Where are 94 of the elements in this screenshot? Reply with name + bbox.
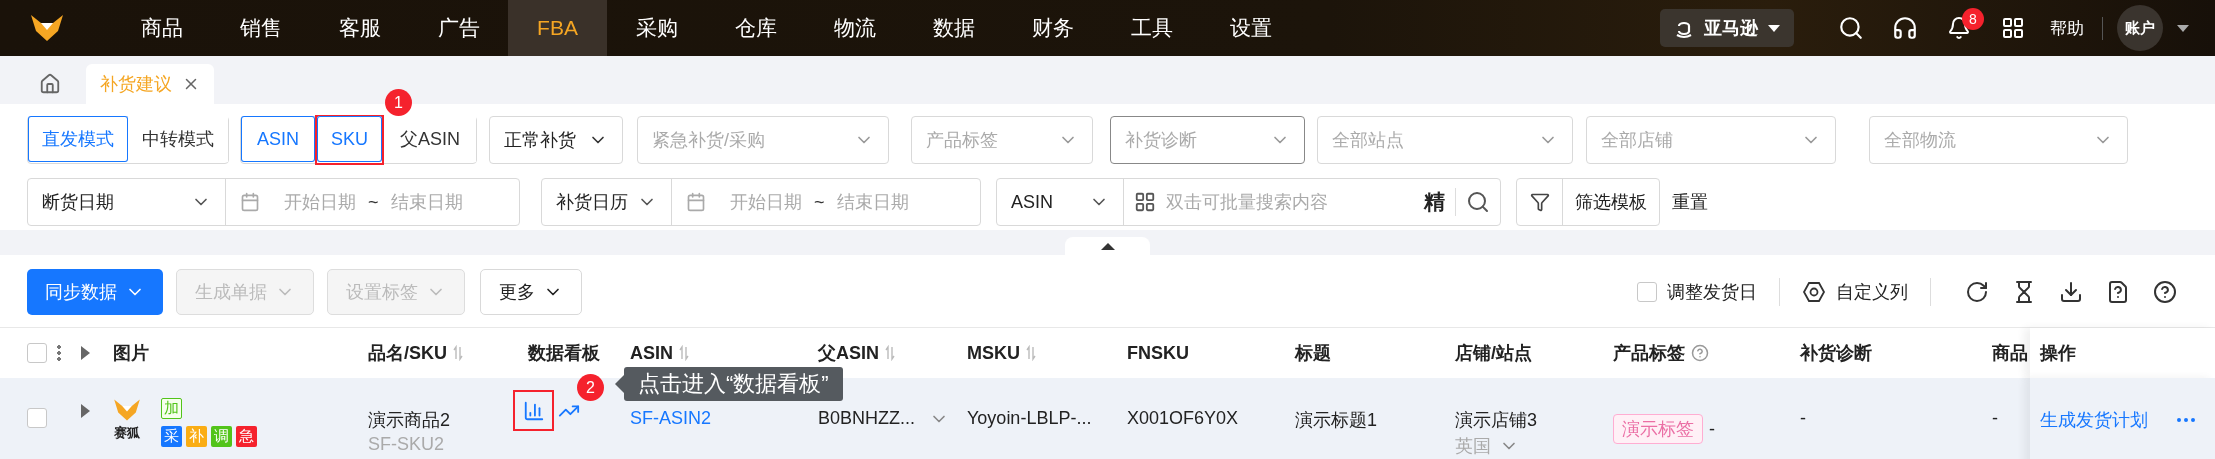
step-badge: 1: [385, 89, 413, 116]
checkbox[interactable]: [27, 343, 47, 363]
refresh-icon[interactable]: [1964, 280, 1989, 304]
column-header[interactable]: 父ASIN: [818, 341, 895, 365]
column-header[interactable]: 补货诊断: [1800, 341, 1872, 365]
filter-icon: [1529, 192, 1550, 212]
account-avatar[interactable]: 账户: [2117, 5, 2163, 51]
range-separator: ~: [368, 191, 379, 213]
status-tag: 调: [211, 426, 232, 447]
status-tag: 补: [186, 426, 207, 447]
product-tag: 演示标签: [1613, 414, 1703, 444]
mode-toggle[interactable]: 直发模式: [28, 116, 128, 162]
exact-search-toggle[interactable]: 精: [1424, 188, 1456, 216]
step-badge: 2: [577, 374, 604, 401]
create-plan-link[interactable]: 生成发货计划: [2040, 408, 2148, 432]
sku-text: SF-SKU2: [368, 434, 446, 455]
nav-item[interactable]: 销售: [211, 0, 310, 56]
column-header[interactable]: 数据看板: [528, 341, 600, 365]
nav-item[interactable]: 设置: [1201, 0, 1300, 56]
filter-select[interactable]: 正常补货: [489, 116, 624, 164]
checkbox[interactable]: [27, 408, 47, 428]
column-header[interactable]: 标题: [1295, 341, 1331, 365]
tag-suffix-text: -: [1709, 418, 1715, 440]
checkbox-label[interactable]: 调整发货日: [1667, 280, 1757, 304]
search-icon[interactable]: [1466, 190, 1490, 214]
collapse-handle[interactable]: [1065, 237, 1150, 255]
caret-icon: [1768, 24, 1780, 32]
column-header[interactable]: ASIN: [630, 342, 689, 364]
column-header[interactable]: 商品: [1992, 341, 2028, 365]
bell-icon[interactable]: [1947, 16, 1971, 40]
nav-item[interactable]: 客服: [310, 0, 409, 56]
goods-text: -: [1992, 408, 1999, 429]
help-link[interactable]: 帮助: [2040, 16, 2103, 40]
calendar-icon: [686, 192, 706, 212]
calendar-icon: [240, 192, 260, 212]
nav-item[interactable]: 广告: [409, 0, 508, 56]
msku-text: Yoyoin-LBLP-...: [967, 408, 1093, 429]
nav-item[interactable]: 物流: [805, 0, 904, 56]
product-name: 演示商品2: [368, 409, 451, 432]
headset-icon[interactable]: [1892, 15, 1918, 41]
mode-toggle[interactable]: 中转模式: [128, 116, 228, 162]
nav-item[interactable]: 工具: [1102, 0, 1201, 56]
toolbar-button[interactable]: 同步数据: [27, 269, 163, 315]
fox-logo[interactable]: [30, 13, 64, 43]
column-header[interactable]: MSKU: [967, 342, 1036, 364]
nav-item[interactable]: 商品: [112, 0, 211, 56]
image-caption: 赛狐: [114, 424, 140, 442]
site-name: 英国: [1455, 435, 1491, 458]
search-icon[interactable]: [1838, 15, 1864, 41]
expand-icon[interactable]: [81, 346, 90, 360]
marketplace-selector[interactable]: 亚马逊: [1660, 9, 1794, 47]
notification-count: 8: [1962, 8, 1984, 30]
parent-asin-text: B0BNHZZ...: [818, 408, 915, 429]
expand-icon[interactable]: [81, 404, 90, 418]
toolbar-button[interactable]: 更多: [480, 269, 582, 315]
dimension-toggle[interactable]: 父ASIN: [384, 116, 477, 162]
dimension-toggle[interactable]: SKU: [317, 116, 383, 162]
search-filter[interactable]: ASIN 双击可批量搜索内容 精: [996, 178, 1501, 226]
column-header[interactable]: 店铺/站点: [1455, 341, 1532, 365]
home-icon[interactable]: [39, 73, 61, 95]
help-icon[interactable]: [2152, 280, 2177, 304]
nav-item[interactable]: 仓库: [706, 0, 805, 56]
column-header[interactable]: FNSKU: [1127, 342, 1189, 364]
status-tag: 急: [236, 426, 257, 447]
title-text: 演示标题1: [1295, 409, 1378, 432]
asin-link[interactable]: SF-ASIN2: [630, 408, 818, 429]
nav-item[interactable]: 财务: [1003, 0, 1102, 56]
range-separator: ~: [814, 191, 825, 213]
bar-chart-icon[interactable]: [522, 399, 545, 422]
download-icon[interactable]: [2058, 280, 2083, 304]
column-header[interactable]: 品名/SKU: [368, 341, 463, 365]
fnsku-text: X001OF6Y0X: [1127, 408, 1240, 429]
filter-template-button[interactable]: 筛选模板: [1516, 178, 1660, 226]
custom-columns-button[interactable]: 自定义列: [1836, 280, 1908, 304]
reset-link[interactable]: 重置: [1672, 190, 1708, 214]
nav-item[interactable]: 数据: [904, 0, 1003, 56]
diagnosis-text: -: [1800, 408, 1807, 429]
column-header[interactable]: 产品标签: [1613, 341, 1709, 365]
apps-icon[interactable]: [2001, 16, 2025, 40]
status-tag: 采: [161, 426, 182, 447]
tooltip: 点击进入“数据看板”: [624, 367, 843, 401]
dimension-toggle[interactable]: ASIN: [241, 116, 315, 162]
status-tag: 加: [161, 398, 182, 419]
nav-item[interactable]: 采购: [607, 0, 706, 56]
shop-name: 演示店铺3: [1455, 409, 1538, 432]
checkbox[interactable]: [1637, 282, 1657, 302]
column-header[interactable]: 操作: [2040, 341, 2076, 365]
column-menu-icon[interactable]: [57, 344, 61, 362]
grid-icon: [1134, 191, 1156, 213]
settings-icon[interactable]: [1802, 280, 1826, 304]
caret-icon[interactable]: [2177, 24, 2189, 32]
column-header[interactable]: 图片: [113, 341, 149, 365]
nav-item[interactable]: FBA: [508, 0, 607, 56]
fox-logo: [113, 398, 141, 422]
